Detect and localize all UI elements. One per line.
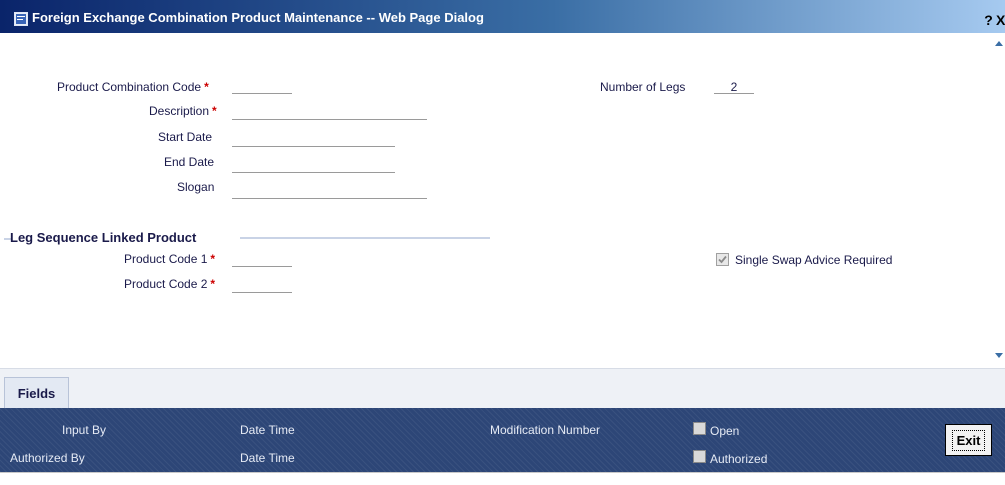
vertical-scrollbar[interactable] bbox=[993, 33, 1005, 368]
status-strip bbox=[0, 472, 1005, 485]
product-code-1-label-text: Product Code 1 bbox=[124, 252, 208, 266]
slogan-label: Slogan bbox=[177, 180, 215, 194]
title-bar: Foreign Exchange Combination Product Mai… bbox=[0, 0, 1005, 33]
product-combination-code-input[interactable] bbox=[232, 80, 292, 94]
tab-fields[interactable]: Fields bbox=[4, 377, 69, 409]
modification-number-label: Modification Number bbox=[490, 423, 601, 437]
authorized-checkbox[interactable] bbox=[693, 450, 706, 463]
description-label: Description * bbox=[149, 104, 217, 118]
authorized-label: Authorized bbox=[710, 452, 768, 466]
number-of-legs-input[interactable] bbox=[714, 80, 754, 94]
exit-button[interactable]: Exit bbox=[945, 424, 992, 456]
product-combination-code-label: Product Combination Code * bbox=[57, 80, 209, 94]
required-marker: * bbox=[204, 80, 209, 94]
tab-bar: Fields bbox=[0, 368, 1005, 409]
open-label: Open bbox=[710, 424, 740, 438]
audit-footer: Input By Authorized By Date Time Date Ti… bbox=[0, 408, 1005, 472]
number-of-legs-label: Number of Legs bbox=[600, 80, 686, 94]
open-checkbox[interactable] bbox=[693, 422, 706, 435]
description-input[interactable] bbox=[232, 106, 427, 120]
single-swap-advice-checkbox[interactable] bbox=[716, 253, 729, 266]
authorized-by-label: Authorized By bbox=[10, 451, 85, 465]
required-marker: * bbox=[212, 104, 217, 118]
required-marker: * bbox=[210, 252, 216, 266]
date-time-label-2: Date Time bbox=[240, 451, 295, 465]
exit-button-label: Exit bbox=[951, 429, 986, 451]
scroll-up-arrow-icon[interactable] bbox=[993, 37, 1005, 49]
window-title: Foreign Exchange Combination Product Mai… bbox=[32, 10, 484, 25]
product-combination-code-label-text: Product Combination Code bbox=[57, 80, 202, 94]
product-code-2-label-text: Product Code 2 bbox=[124, 277, 208, 291]
section-divider-right bbox=[240, 237, 490, 239]
product-code-1-label: Product Code 1 * bbox=[124, 252, 215, 266]
help-button[interactable]: ? bbox=[982, 12, 995, 28]
end-date-label: End Date bbox=[164, 155, 215, 169]
input-by-label: Input By bbox=[62, 423, 107, 437]
scroll-down-arrow-icon[interactable] bbox=[993, 350, 1005, 362]
product-code-1-input[interactable] bbox=[232, 253, 292, 267]
start-date-input[interactable] bbox=[232, 133, 395, 147]
slogan-input[interactable] bbox=[232, 185, 427, 199]
start-date-label: Start Date bbox=[158, 130, 213, 144]
close-button[interactable]: X bbox=[996, 12, 1005, 28]
ie-page-icon bbox=[14, 12, 28, 26]
date-time-label-1: Date Time bbox=[240, 423, 295, 437]
leg-sequence-section-title: Leg Sequence Linked Product bbox=[10, 230, 197, 245]
end-date-input[interactable] bbox=[232, 159, 395, 173]
required-marker: * bbox=[210, 277, 216, 291]
product-code-2-label: Product Code 2 * bbox=[124, 277, 215, 291]
description-label-text: Description bbox=[149, 104, 210, 118]
single-swap-advice-label: Single Swap Advice Required bbox=[735, 253, 893, 267]
product-code-2-input[interactable] bbox=[232, 279, 292, 293]
checkmark-icon bbox=[718, 255, 727, 264]
